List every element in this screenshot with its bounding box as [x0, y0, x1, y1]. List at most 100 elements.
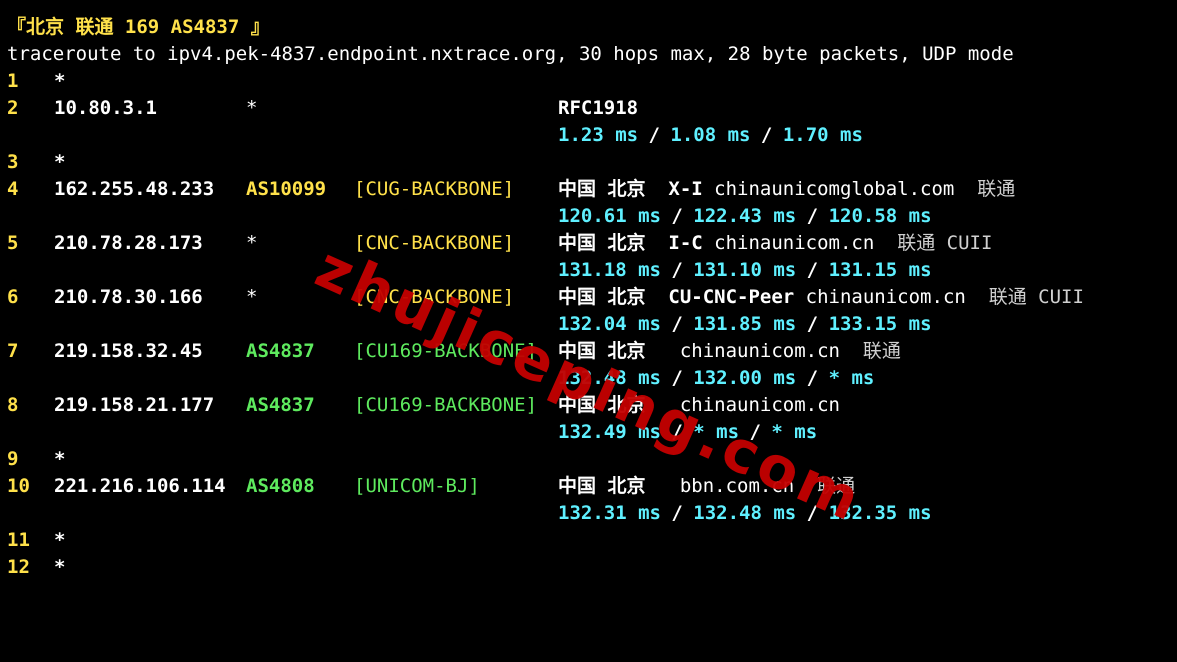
- hop-org: I-C: [668, 232, 703, 254]
- hop-row: 6 210.78.30.166 * [CNC-BACKBONE] 中国 北京 C…: [7, 284, 1177, 311]
- hop-org: X-I: [668, 178, 703, 200]
- hop-domain: chinaunicomglobal.com: [714, 178, 955, 200]
- rtt-value: 120.58 ms: [828, 205, 932, 227]
- hop-country: 中国: [558, 340, 597, 362]
- hop-city: 北京: [607, 475, 646, 497]
- hop-network-tag: [UNICOM-BJ]: [354, 475, 480, 497]
- hop-country: 中国: [558, 286, 597, 308]
- hop-isp: 联通: [817, 475, 856, 497]
- rtt-value: 132.00 ms: [693, 367, 797, 389]
- hop-isp: 联通 CUII: [988, 286, 1084, 308]
- hop-isp: 联通: [977, 178, 1016, 200]
- hop-network-tag: [CUG-BACKBONE]: [354, 178, 515, 200]
- rtt-separator: /: [760, 124, 773, 146]
- hop-ip: 10.80.3.1: [54, 97, 157, 119]
- hop-number: 11: [7, 529, 30, 551]
- rtt-value: 132.31 ms: [558, 502, 661, 524]
- hop-rtt-row: 1.23 ms / 1.08 ms / 1.70 ms: [7, 122, 1177, 149]
- hop-isp: 联通: [862, 340, 901, 362]
- hop-domain: chinaunicom.cn: [679, 340, 840, 362]
- hop-rtt-row: 132.48 ms / 132.00 ms / * ms: [7, 365, 1177, 392]
- hop-number: 12: [7, 556, 30, 578]
- rtt-value: 1.08 ms: [670, 124, 751, 146]
- hop-timeout: *: [54, 151, 66, 173]
- hop-number: 6: [7, 286, 19, 308]
- hop-ip: 210.78.30.166: [54, 286, 203, 308]
- hop-rtt: 132.49 ms / * ms / * ms: [558, 419, 817, 446]
- hop-asn: *: [246, 232, 258, 254]
- rtt-value: 120.61 ms: [558, 205, 661, 227]
- hop-row: 2 10.80.3.1 * RFC1918: [7, 95, 1177, 122]
- rtt-value: 131.15 ms: [828, 259, 932, 281]
- hop-timeout: *: [54, 556, 66, 578]
- rtt-value: * ms: [693, 421, 740, 443]
- rtt-value: 131.85 ms: [693, 313, 797, 335]
- hop-row: 3 *: [7, 149, 1177, 176]
- hop-network-tag: [CU169-BACKBONE]: [354, 394, 538, 416]
- hop-number: 10: [7, 475, 30, 497]
- hop-number: 9: [7, 448, 19, 470]
- hop-geo: 中国 北京 bbn.com.cn 联通: [558, 473, 855, 500]
- hop-row: 4 162.255.48.233 AS10099 [CUG-BACKBONE] …: [7, 176, 1177, 203]
- hop-asn: *: [246, 97, 258, 119]
- hop-row: 12 *: [7, 554, 1177, 581]
- hop-geo: 中国 北京 X-I chinaunicomglobal.com 联通: [558, 176, 1015, 203]
- rtt-value: 122.43 ms: [693, 205, 797, 227]
- rtt-value: 1.23 ms: [558, 124, 639, 146]
- rtt-value: 131.18 ms: [558, 259, 661, 281]
- rtt-value: 133.15 ms: [828, 313, 932, 335]
- hop-row: 1 *: [7, 68, 1177, 95]
- hop-asn: AS4837: [246, 394, 315, 416]
- hop-timeout: *: [54, 70, 66, 92]
- rtt-separator: /: [671, 502, 683, 524]
- hop-network-tag: [CNC-BACKBONE]: [354, 232, 515, 254]
- hop-timeout: *: [54, 448, 66, 470]
- hop-geo: 中国 北京 chinaunicom.cn: [558, 392, 840, 419]
- hop-rtt-row: 131.18 ms / 131.10 ms / 131.15 ms: [7, 257, 1177, 284]
- hop-geo: 中国 北京 I-C chinaunicom.cn 联通 CUII: [558, 230, 992, 257]
- hop-city: 北京: [607, 394, 646, 416]
- hop-domain: chinaunicom.cn: [679, 394, 840, 416]
- rtt-separator: /: [806, 367, 819, 389]
- hop-rtt: 132.31 ms / 132.48 ms / 132.35 ms: [558, 500, 932, 527]
- rtt-value: 132.49 ms: [558, 421, 661, 443]
- hop-rtt-row: 132.49 ms / * ms / * ms: [7, 419, 1177, 446]
- hop-geo: 中国 北京 chinaunicom.cn 联通: [558, 338, 901, 365]
- rtt-separator: /: [671, 259, 683, 281]
- hop-rtt: 132.48 ms / 132.00 ms / * ms: [558, 365, 874, 392]
- hop-row: 5 210.78.28.173 * [CNC-BACKBONE] 中国 北京 I…: [7, 230, 1177, 257]
- hop-domain: chinaunicom.cn: [805, 286, 966, 308]
- hop-ip: 219.158.32.45: [54, 340, 203, 362]
- hop-network-tag: [CNC-BACKBONE]: [354, 286, 515, 308]
- hop-isp: 联通 CUII: [897, 232, 993, 254]
- rtt-separator: /: [671, 421, 683, 443]
- hop-org: CU-CNC-Peer: [668, 286, 795, 308]
- hop-timeout: *: [54, 529, 66, 551]
- hop-rtt-row: 132.04 ms / 131.85 ms / 133.15 ms: [7, 311, 1177, 338]
- hop-asn: *: [246, 286, 258, 308]
- rtt-value: * ms: [771, 421, 818, 443]
- trace-title: 『北京 联通 169 AS4837 』: [7, 16, 270, 38]
- rtt-value: 132.48 ms: [558, 367, 661, 389]
- hop-rtt: 132.04 ms / 131.85 ms / 133.15 ms: [558, 311, 932, 338]
- hop-ip: 219.158.21.177: [54, 394, 215, 416]
- hop-row: 10 221.216.106.114 AS4808 [UNICOM-BJ] 中国…: [7, 473, 1177, 500]
- hop-number: 7: [7, 340, 19, 362]
- hop-network-tag: [CU169-BACKBONE]: [354, 340, 538, 362]
- hop-asn: AS4808: [246, 475, 315, 497]
- hop-row: 11 *: [7, 527, 1177, 554]
- hop-number: 1: [7, 70, 19, 92]
- rtt-separator: /: [806, 259, 819, 281]
- hop-asn: AS4837: [246, 340, 315, 362]
- hop-number: 8: [7, 394, 19, 416]
- terminal-window[interactable]: 『北京 联通 169 AS4837 』 traceroute to ipv4.p…: [0, 0, 1177, 581]
- rtt-value: * ms: [828, 367, 875, 389]
- hop-row: 8 219.158.21.177 AS4837 [CU169-BACKBONE]…: [7, 392, 1177, 419]
- rtt-separator: /: [806, 205, 819, 227]
- traceroute-command-line: traceroute to ipv4.pek-4837.endpoint.nxt…: [7, 43, 1014, 65]
- rtt-separator: /: [671, 313, 683, 335]
- hop-rtt: 1.23 ms / 1.08 ms / 1.70 ms: [558, 122, 863, 149]
- hop-row: 7 219.158.32.45 AS4837 [CU169-BACKBONE] …: [7, 338, 1177, 365]
- hop-domain: bbn.com.cn: [679, 475, 795, 497]
- rtt-value: 132.04 ms: [558, 313, 661, 335]
